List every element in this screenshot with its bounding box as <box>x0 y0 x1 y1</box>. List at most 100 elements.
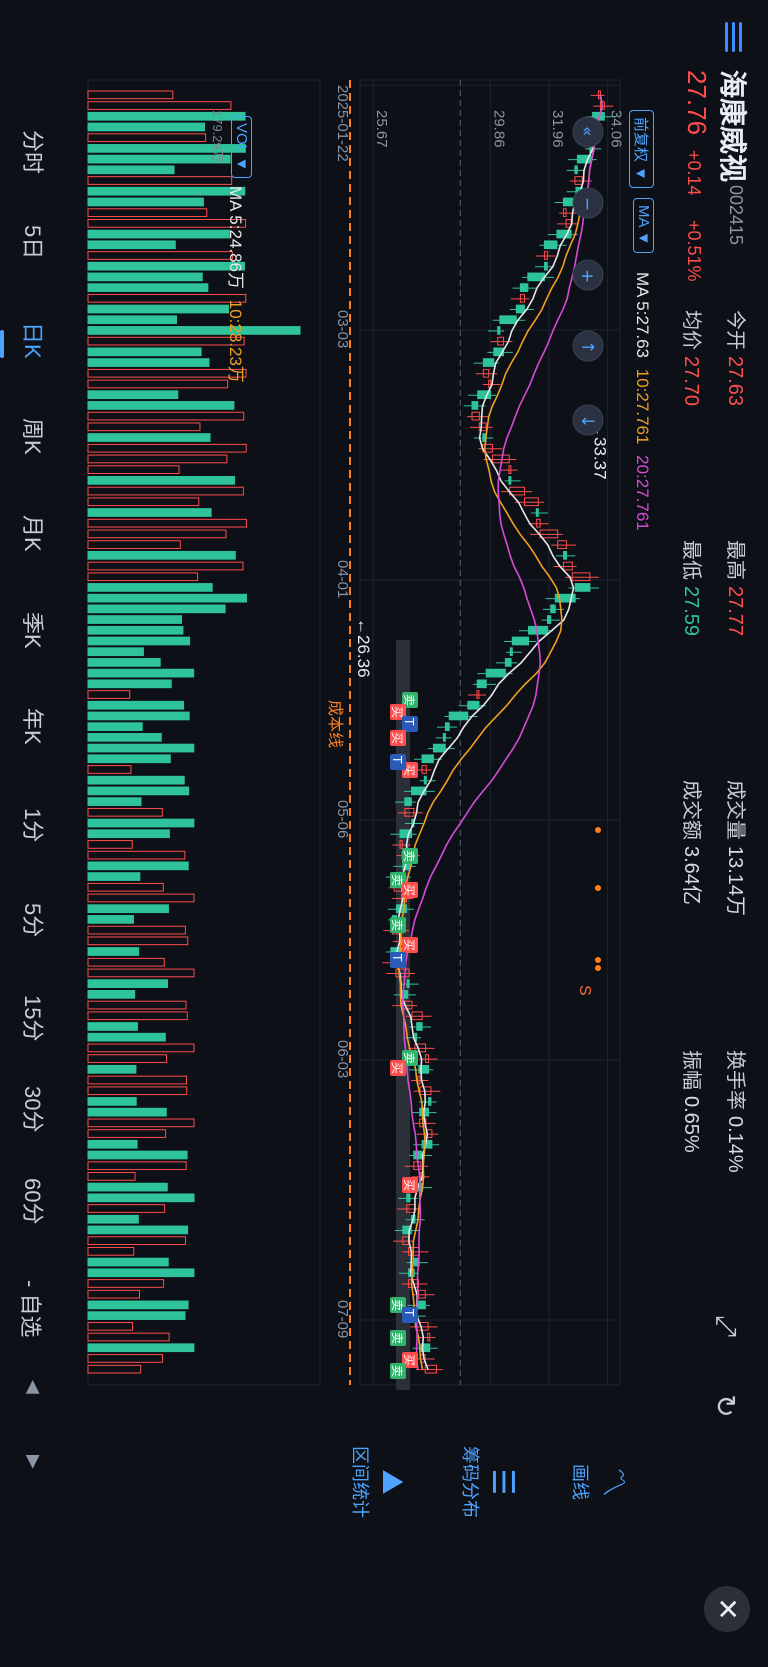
candle-body <box>428 1097 432 1106</box>
stat-value: 13.14万 <box>724 846 746 917</box>
refresh-icon[interactable]: ↻ <box>710 1390 742 1422</box>
tab-weekly[interactable]: 周K <box>18 418 50 455</box>
chip-distribution-icon: ☰ <box>486 1468 519 1496</box>
vol-selector[interactable]: VOL ▼ <box>231 116 252 179</box>
volume-bar <box>87 1204 166 1213</box>
side-tool-panel: 〽 画线 ☰ 筹码分布 ⛰ 区间统计 <box>100 1392 660 1667</box>
volume-bar <box>87 1107 167 1117</box>
tab-daily[interactable]: 日K <box>18 322 50 359</box>
volume-bar <box>87 1343 195 1353</box>
stat-amplitude: 振幅 0.65% <box>679 1050 708 1153</box>
tab-yearly[interactable]: 年K <box>18 708 50 745</box>
volume-bar <box>87 1268 195 1278</box>
tab-15min[interactable]: 15分 <box>18 995 50 1041</box>
stat-amount: 成交额 3.64亿 <box>679 780 708 905</box>
volume-bar <box>87 422 201 432</box>
volume-bar <box>87 925 186 935</box>
next-stock-icon[interactable]: ▶ <box>23 1455 44 1469</box>
candle-body <box>508 465 512 474</box>
kline-chart[interactable]: 34.06 31.96 29.86 25.67 2025-01-22 03-03 04-01… <box>60 0 660 1390</box>
tab-30min[interactable]: 30分 <box>18 1086 50 1132</box>
current-price: 27.76 <box>682 70 712 136</box>
volume-bar <box>87 679 172 689</box>
stat-label: 最高 <box>724 540 746 580</box>
stat-open: 今开 27.63 <box>723 310 752 406</box>
tab-monthly[interactable]: 月K <box>18 515 50 552</box>
menu-icon[interactable] <box>722 22 746 52</box>
volume-bar <box>87 368 247 378</box>
tab-5day[interactable]: 5日 <box>18 225 50 259</box>
tab-60min[interactable]: 60分 <box>18 1178 50 1224</box>
volume-bar <box>87 904 169 914</box>
candle-body <box>427 1332 431 1342</box>
draw-line-button[interactable]: 〽 画线 <box>568 1432 630 1532</box>
stat-label: 换手率 <box>724 1050 746 1110</box>
price-change: +0.14 <box>684 150 704 196</box>
stat-value: 0.14% <box>724 1116 746 1173</box>
volume-bar <box>87 197 204 207</box>
range-stats-button[interactable]: ⛰ 区间统计 <box>348 1432 410 1532</box>
period-tabs: 分时 5日 日K 周K 月K 季K 年K 1分 5分 15分 30分 60分 -… <box>0 0 60 1667</box>
candle-body <box>482 368 490 378</box>
vol-ma5-legend: MA 5:24.86万 <box>226 186 245 290</box>
candle-body <box>448 711 469 721</box>
volume-bar <box>87 754 171 764</box>
candle-body <box>442 733 446 742</box>
scroll-down-icon-glyph: ↓ <box>577 414 597 428</box>
volume-bar <box>87 1214 139 1224</box>
volume-bar <box>87 1311 186 1320</box>
volume-bar <box>87 283 209 292</box>
volume-bar <box>87 1172 136 1181</box>
volume-bar <box>87 529 227 539</box>
volume-bar <box>87 1118 195 1128</box>
volume-bar <box>87 668 195 678</box>
adjust-selector[interactable]: 前复权 ▼ <box>629 110 654 189</box>
volume-bar <box>87 336 245 346</box>
candle-body <box>421 1139 433 1149</box>
stat-low: 最低 27.59 <box>679 540 708 636</box>
candle-body <box>444 722 450 732</box>
volume-bar <box>87 90 174 100</box>
volume-bar <box>87 1129 167 1138</box>
volume-bar <box>87 411 245 421</box>
fullscreen-exit-icon[interactable]: ⤢ <box>710 1310 742 1342</box>
vol-ma10-legend: 10:28.23万 <box>226 299 245 383</box>
candle-body <box>432 743 446 753</box>
prev-stock-icon[interactable]: ◀ <box>23 1380 44 1394</box>
volume-bar <box>87 765 132 774</box>
price-tick-label: 25.67 <box>373 110 390 148</box>
price-tick-label: 29.86 <box>490 110 507 148</box>
volume-bar <box>87 518 247 528</box>
tab-quarterly[interactable]: 季K <box>18 612 50 649</box>
volume-bar <box>87 593 248 603</box>
date-tick-label: 2025-01-22 <box>334 85 351 162</box>
candle-body <box>497 336 505 346</box>
volume-bar <box>87 208 208 218</box>
volume-bar <box>87 572 199 582</box>
watchlist-button[interactable]: - 自选 <box>16 1280 48 1337</box>
volume-bar <box>87 658 161 667</box>
stock-name: 海康威视 <box>717 70 748 183</box>
candle-body <box>404 797 412 806</box>
stat-value: 27.59 <box>680 586 702 637</box>
trade-marker-label: T <box>402 1308 416 1317</box>
chip-distribution-button[interactable]: ☰ 筹码分布 <box>458 1432 520 1532</box>
volume-bar <box>87 186 246 196</box>
tab-1min[interactable]: 1分 <box>18 808 50 842</box>
volume-bar <box>87 711 190 721</box>
stat-label: 振幅 <box>680 1050 702 1090</box>
range-stats-icon: ⛰ <box>376 1469 409 1495</box>
indicator-selector[interactable]: MA ▼ <box>633 198 654 253</box>
close-button[interactable]: ✕ <box>704 1586 750 1632</box>
volume-bar <box>87 1321 134 1331</box>
cost-line-label: 成本线 <box>326 700 344 748</box>
zoom-in-icon-glyph: + <box>577 269 597 283</box>
signal-dot <box>595 885 601 891</box>
volume-bar <box>87 604 226 614</box>
tab-timeshare[interactable]: 分时 <box>18 130 50 174</box>
screen: 海康威视 002415 27.76 +0.14 +0.51% 今开 27.63 均… <box>0 0 768 1667</box>
volume-bar <box>87 957 165 967</box>
chart-area[interactable]: 34.06 31.96 29.86 25.67 2025-01-22 03-03 04-01… <box>20 0 660 1390</box>
trade-marker-label: T <box>390 953 404 962</box>
tab-5min[interactable]: 5分 <box>18 903 50 937</box>
